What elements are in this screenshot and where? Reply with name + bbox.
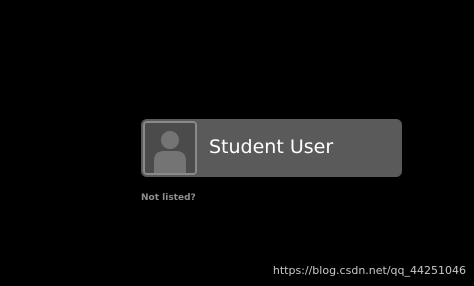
- user-name-label: Student User: [209, 136, 334, 158]
- user-list-item-student-user[interactable]: Student User: [141, 119, 402, 177]
- not-listed-link[interactable]: Not listed?: [141, 192, 196, 204]
- default-user-avatar-icon: [143, 121, 197, 175]
- watermark-text: https://blog.csdn.net/qq_44251046: [272, 264, 466, 277]
